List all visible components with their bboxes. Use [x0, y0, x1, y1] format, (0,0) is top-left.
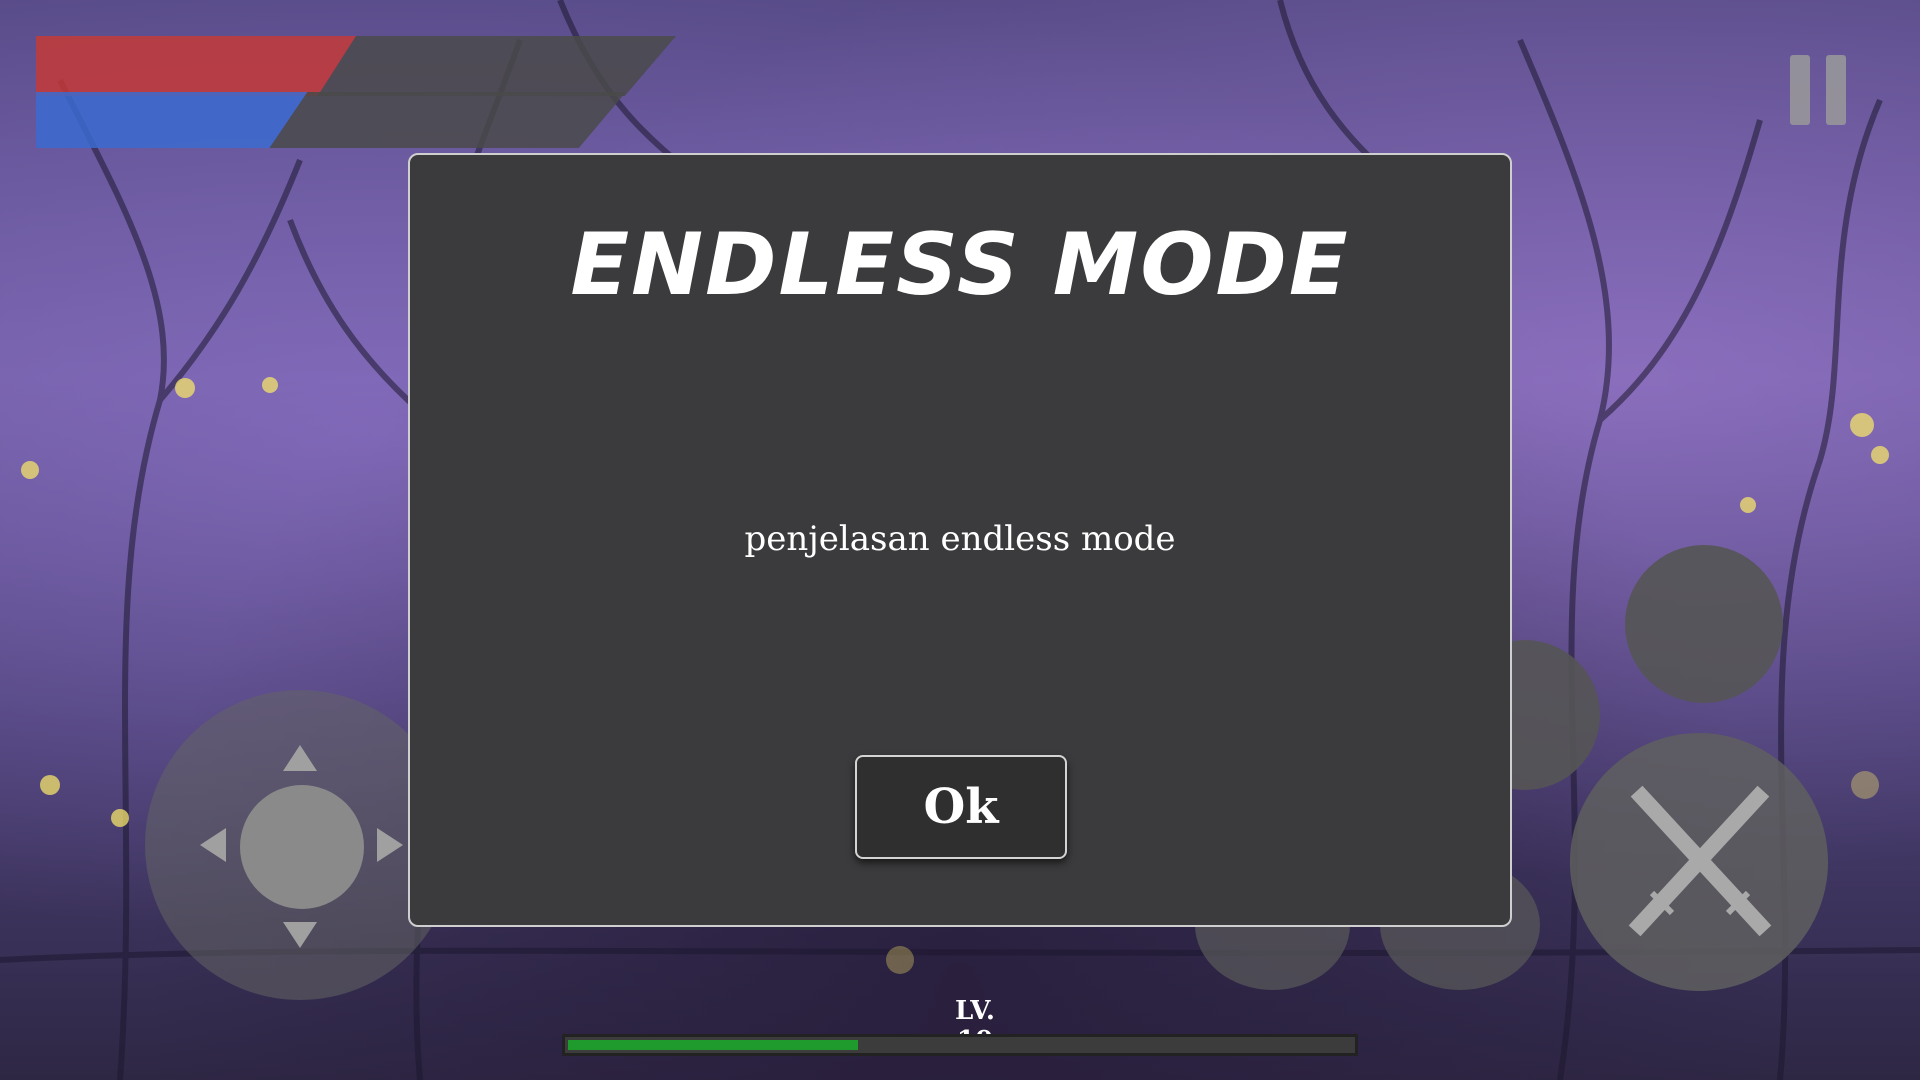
arrow-down-icon [283, 922, 317, 948]
player-status-bars [36, 36, 696, 166]
pause-button[interactable] [1790, 55, 1848, 125]
health-bar [36, 36, 676, 96]
mana-bar-fill [36, 92, 308, 148]
health-bar-fill [36, 36, 356, 96]
arrow-left-icon [200, 828, 226, 862]
mana-bar [36, 92, 626, 148]
arrow-up-icon [283, 745, 317, 771]
dialog-description: penjelasan endless mode [744, 519, 1176, 559]
experience-bar-fill [568, 1040, 858, 1050]
arrow-right-icon [377, 828, 403, 862]
pause-icon [1790, 55, 1810, 125]
pause-icon-bar [1826, 55, 1846, 125]
dialog-title: ENDLESS MODE [570, 215, 1350, 315]
experience-bar [562, 1034, 1358, 1056]
jump-button[interactable] [1625, 545, 1783, 703]
ok-button[interactable]: Ok [855, 755, 1067, 859]
crossed-swords-icon [1628, 785, 1772, 937]
joystick-knob[interactable] [240, 785, 364, 909]
endless-mode-dialog: ENDLESS MODE penjelasan endless mode Ok [408, 153, 1512, 927]
